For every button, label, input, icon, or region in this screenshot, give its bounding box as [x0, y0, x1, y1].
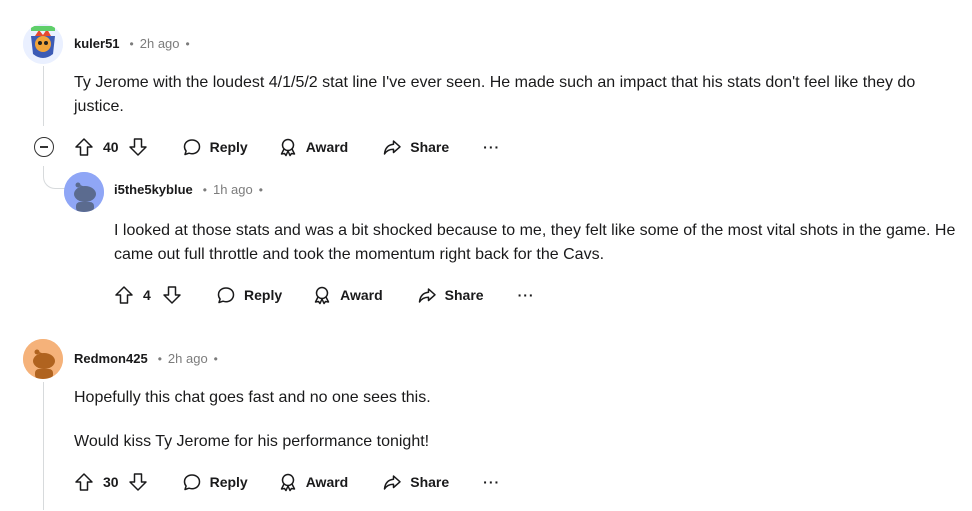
award-label: Award: [305, 474, 349, 490]
upvote-icon[interactable]: [114, 285, 134, 305]
separator-dot: •: [202, 182, 207, 197]
reply-label: Reply: [209, 139, 248, 155]
snoo-avatar-icon: [23, 24, 63, 64]
award-icon: [278, 137, 298, 157]
comment-actions: 40 Reply Award Share ···: [74, 133, 500, 161]
award-icon: [312, 285, 332, 305]
reply-connector: [43, 166, 66, 189]
award-label: Award: [305, 139, 349, 155]
award-button[interactable]: Award: [278, 137, 349, 157]
comment-bubble-icon: [182, 137, 202, 157]
share-button[interactable]: Share: [382, 137, 449, 157]
more-options-button[interactable]: ···: [483, 474, 500, 490]
vote-count: 30: [103, 474, 119, 490]
share-label: Share: [410, 474, 450, 490]
avatar[interactable]: [64, 172, 104, 212]
thread-line-1[interactable]: [43, 66, 44, 126]
upvote-icon[interactable]: [74, 137, 94, 157]
avatar[interactable]: [23, 24, 63, 64]
comment-actions: 30 Reply Award Share ···: [74, 468, 500, 496]
share-icon: [417, 285, 437, 305]
author-name[interactable]: Redmon425: [74, 351, 148, 366]
share-button[interactable]: Share: [417, 285, 484, 305]
timestamp[interactable]: 2h ago: [168, 351, 208, 366]
share-icon: [382, 137, 402, 157]
thread-line-3[interactable]: [43, 382, 44, 510]
comment-body: Ty Jerome with the loudest 4/1/5/2 stat …: [74, 74, 916, 115]
award-button[interactable]: Award: [312, 285, 383, 305]
share-icon: [382, 472, 402, 492]
reply-button[interactable]: Reply: [182, 137, 248, 157]
reply-label: Reply: [209, 474, 248, 490]
award-icon: [278, 472, 298, 492]
share-label: Share: [444, 287, 484, 303]
comment-body-paragraph: Would kiss Ty Jerome for his performance…: [74, 433, 430, 450]
timestamp[interactable]: 2h ago: [140, 36, 180, 51]
downvote-icon[interactable]: [162, 285, 182, 305]
comment-bubble-icon: [182, 472, 202, 492]
vote-count: 40: [103, 139, 119, 155]
comment-meta: kuler51 • 2h ago •: [74, 36, 196, 51]
collapse-thread-button[interactable]: [34, 137, 54, 157]
upvote-icon[interactable]: [74, 472, 94, 492]
comment-meta: Redmon425 • 2h ago •: [74, 351, 224, 366]
avatar[interactable]: [23, 339, 63, 379]
separator-dot: •: [213, 351, 218, 366]
comment-body-paragraph: Hopefully this chat goes fast and no one…: [74, 389, 431, 406]
separator-dot: •: [129, 36, 134, 51]
author-name[interactable]: i5the5kyblue: [114, 182, 193, 197]
author-name[interactable]: kuler51: [74, 36, 120, 51]
separator-dot: •: [157, 351, 162, 366]
award-button[interactable]: Award: [278, 472, 349, 492]
downvote-icon[interactable]: [128, 472, 148, 492]
separator-dot: •: [185, 36, 190, 51]
comment-meta: i5the5kyblue • 1h ago •: [114, 182, 269, 197]
reply-label: Reply: [244, 287, 283, 303]
snoo-default-avatar-icon: [64, 172, 104, 212]
comment-bubble-icon: [216, 285, 236, 305]
reply-button[interactable]: Reply: [216, 285, 282, 305]
comment-actions: 4 Reply Award Share ···: [114, 281, 535, 309]
more-options-button[interactable]: ···: [518, 287, 535, 303]
more-options-button[interactable]: ···: [483, 139, 500, 155]
snoo-default-avatar-icon: [23, 339, 63, 379]
downvote-icon[interactable]: [128, 137, 148, 157]
share-button[interactable]: Share: [382, 472, 449, 492]
separator-dot: •: [258, 182, 263, 197]
timestamp[interactable]: 1h ago: [213, 182, 253, 197]
vote-count: 4: [143, 287, 151, 303]
comment-body: I looked at those stats and was a bit sh…: [114, 222, 956, 263]
reply-button[interactable]: Reply: [182, 472, 248, 492]
award-label: Award: [340, 287, 383, 303]
share-label: Share: [410, 139, 450, 155]
